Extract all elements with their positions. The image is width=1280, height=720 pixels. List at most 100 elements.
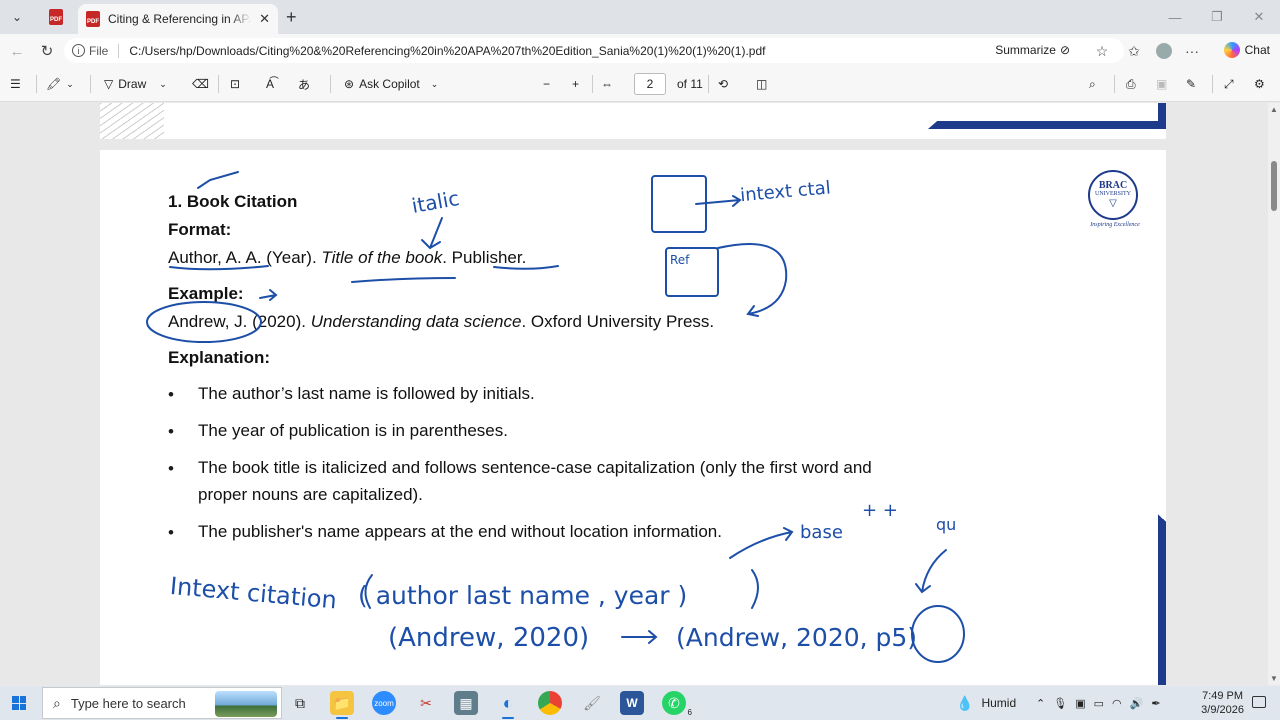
- word-icon[interactable]: W: [620, 691, 644, 715]
- windows-start-icon[interactable]: [12, 696, 26, 710]
- bullet-marker: •: [168, 422, 174, 441]
- weather-label: Humid: [981, 696, 1017, 710]
- file-label: File: [89, 43, 120, 58]
- scroll-down-icon[interactable]: ▼: [1270, 674, 1278, 683]
- scroll-up-icon[interactable]: ▲: [1270, 105, 1278, 114]
- refresh-icon[interactable]: ↻: [36, 40, 58, 62]
- zoom-icon[interactable]: zoom: [372, 691, 396, 715]
- scrollbar-thumb[interactable]: [1271, 161, 1277, 211]
- settings-gear-icon[interactable]: ⚙: [1254, 74, 1265, 94]
- back-icon[interactable]: ←: [6, 40, 28, 62]
- bullet-marker: •: [168, 523, 174, 542]
- ink-note-rule: ( author last name , year ): [358, 581, 687, 610]
- ink-check-mark: [197, 171, 239, 189]
- save-as-icon[interactable]: ✎: [1186, 74, 1196, 94]
- ink-bracket-right: [751, 569, 759, 609]
- section-heading: 1. Book Citation: [168, 192, 298, 211]
- minimize-icon[interactable]: —: [1154, 0, 1196, 34]
- address-bar: ← ↻ i File C:/Users/hp/Downloads/Citing%…: [0, 34, 1280, 66]
- ink-loop-ref: [717, 243, 788, 317]
- close-tab-icon[interactable]: ✕: [259, 11, 270, 27]
- eraser-icon[interactable]: ⌫: [192, 74, 209, 94]
- ink-arrow-base: [729, 527, 794, 559]
- summarize-label: Summarize: [995, 43, 1056, 57]
- ink-note-intext-citation: Intext citation: [169, 572, 338, 614]
- zoom-out-icon[interactable]: −: [543, 74, 550, 94]
- favorite-star-icon[interactable]: ☆: [1092, 41, 1112, 61]
- snipping-tool-icon[interactable]: ✂: [414, 691, 438, 715]
- avatar: [1156, 43, 1172, 59]
- active-tab[interactable]: PDF Citing & Referencing in APA 7th Edit…: [78, 4, 278, 34]
- zoom-in-icon[interactable]: +: [572, 74, 579, 94]
- maximize-icon[interactable]: ❐: [1196, 0, 1238, 34]
- copilot-icon: [1223, 42, 1240, 58]
- explanation-label: Explanation:: [168, 348, 271, 367]
- weather-widget[interactable]: 💧 Humid: [956, 686, 1016, 720]
- bullet-item: The publisher's name appears at the end …: [198, 522, 722, 541]
- save-icon[interactable]: ▣: [1156, 74, 1167, 94]
- wifi-icon[interactable]: ◠: [1112, 697, 1122, 710]
- more-options-icon[interactable]: ···: [1182, 41, 1202, 61]
- contents-icon[interactable]: ☰: [10, 74, 21, 94]
- ink-note-intext: intext ctal: [739, 177, 831, 206]
- chevron-down-icon: ⌄: [159, 78, 167, 89]
- add-text-icon[interactable]: ⊡: [230, 74, 240, 94]
- tab-title: Citing & Referencing in APA 7th Edition_…: [108, 12, 251, 26]
- rotate-icon[interactable]: ⟲: [718, 74, 728, 94]
- copilot-chat-button[interactable]: Chat: [1223, 42, 1270, 58]
- translate-icon[interactable]: あ: [298, 74, 310, 94]
- search-icon[interactable]: ⌕: [1089, 74, 1096, 94]
- ink-box-ref: [665, 247, 719, 297]
- bullet-marker: •: [168, 385, 174, 404]
- close-window-icon[interactable]: ✕: [1238, 0, 1280, 34]
- camera-icon[interactable]: ▣: [1075, 697, 1085, 710]
- taskbar-search[interactable]: ⌕ Type here to search: [42, 687, 282, 719]
- vertical-scrollbar[interactable]: ▲ ▼: [1268, 103, 1280, 685]
- show-hidden-icons-icon[interactable]: ⌃: [1036, 697, 1045, 710]
- taskbar-clock[interactable]: 7:49 PM 3/9/2026: [1201, 689, 1244, 717]
- draw-button[interactable]: ▽ Draw ⌄: [104, 74, 167, 94]
- file-explorer-icon[interactable]: 📁: [330, 691, 354, 719]
- calculator-icon[interactable]: ▦: [454, 691, 478, 715]
- favorites-icon[interactable]: ✩: [1124, 41, 1144, 61]
- ink-note-italic: italic: [410, 186, 461, 218]
- notifications-icon[interactable]: [1252, 696, 1266, 708]
- tab-actions-menu-icon[interactable]: ⌄: [6, 6, 28, 28]
- pdf-file-icon: PDF: [49, 9, 63, 25]
- format-line: Author, A. A. (Year). Title of the book.…: [168, 248, 527, 267]
- highlight-icon[interactable]: 🖍 ⌄: [46, 74, 74, 94]
- edge-browser-icon[interactable]: ◐: [496, 691, 520, 719]
- profile-avatar[interactable]: [1154, 41, 1174, 61]
- fit-to-page-icon[interactable]: ⇔: [601, 74, 613, 94]
- print-icon[interactable]: ⎙: [1126, 74, 1136, 94]
- task-view-icon[interactable]: ⧉: [288, 691, 312, 715]
- pen-icon[interactable]: ✒: [1151, 697, 1160, 710]
- info-icon[interactable]: i: [72, 44, 85, 57]
- ink-bracket-left: [364, 574, 373, 609]
- logo-tagline: Inspiring Excellence: [1090, 222, 1140, 228]
- pdf-viewer[interactable]: BRAC UNIVERSITY ▽ Inspiring Excellence 1…: [0, 103, 1268, 685]
- system-tray: ⌃ 🎙 ▣ ▭ ◠ 🔊 ✒: [1036, 686, 1161, 720]
- example-label: Example:: [168, 284, 244, 303]
- whatsapp-icon[interactable]: ✆ 6: [662, 691, 692, 717]
- ask-copilot-button[interactable]: ⊛ Ask Copilot ⌄: [344, 74, 438, 94]
- ink-note-tt: + +: [862, 500, 898, 521]
- fullscreen-icon[interactable]: ⤢: [1224, 74, 1234, 94]
- microphone-icon[interactable]: 🎙: [1053, 697, 1067, 710]
- summarize-button[interactable]: Summarize ⊘: [995, 43, 1070, 57]
- volume-icon[interactable]: 🔊: [1130, 697, 1144, 710]
- page-decoration: [100, 103, 164, 139]
- paint-icon[interactable]: 🖌: [580, 691, 604, 715]
- url-field[interactable]: i File C:/Users/hp/Downloads/Citing%20&%…: [64, 38, 1124, 63]
- new-tab-icon[interactable]: +: [286, 7, 297, 27]
- ink-note-base: base: [800, 522, 843, 543]
- page-number-input[interactable]: 2: [634, 73, 666, 95]
- page-decoration: [1158, 103, 1166, 129]
- read-aloud-icon[interactable]: A͡: [266, 74, 274, 94]
- pinned-pdf-tab[interactable]: PDF: [44, 6, 68, 28]
- page-view-icon[interactable]: ◫: [756, 74, 767, 94]
- ink-arrow-intext: [695, 195, 742, 207]
- battery-icon[interactable]: ▭: [1094, 697, 1104, 710]
- whatsapp-badge: 6: [687, 708, 692, 717]
- chrome-icon[interactable]: [538, 691, 562, 715]
